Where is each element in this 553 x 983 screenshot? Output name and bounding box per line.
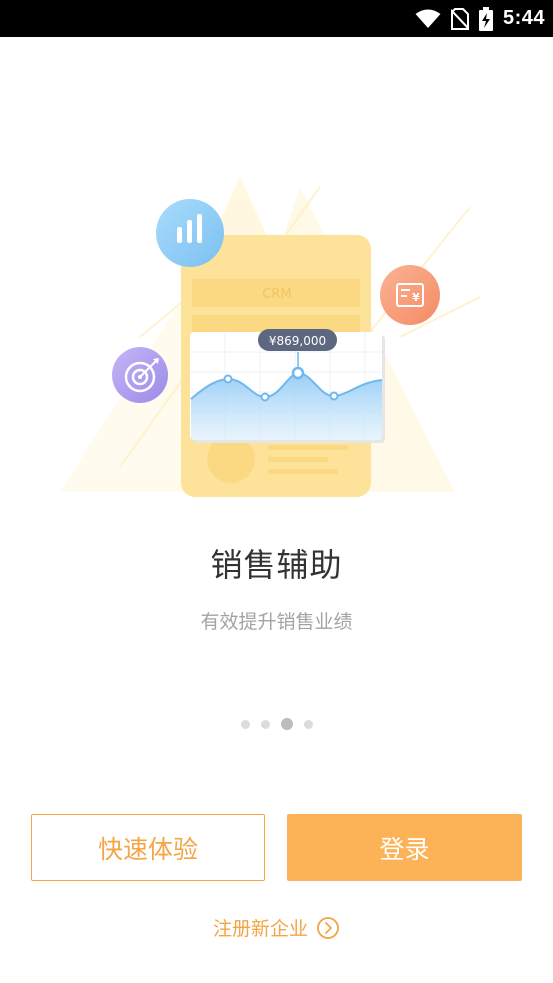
page-dot[interactable] (303, 719, 313, 729)
wifi-icon (415, 9, 441, 28)
chevron-right-circle-icon (317, 916, 339, 939)
hero-illustration: CRM ¥869,000 ¥ (0, 37, 553, 507)
chart-card: ¥869,000 (190, 329, 385, 443)
money-receipt-icon: ¥ (380, 265, 440, 325)
target-icon (112, 347, 168, 403)
slide-subtitle: 有效提升销售业绩 (200, 611, 353, 633)
quick-trial-button[interactable]: 快速体验 (31, 814, 265, 881)
bar-chart-icon (156, 199, 224, 267)
status-icons: 5:44 (415, 0, 545, 37)
svg-text:¥: ¥ (412, 291, 420, 304)
page-indicator (0, 718, 553, 730)
page-dot[interactable] (240, 719, 250, 729)
page-dot-active[interactable] (280, 718, 293, 730)
slide-title: 销售辅助 (210, 546, 343, 584)
status-time: 5:44 (502, 7, 545, 29)
page-dot[interactable] (260, 719, 270, 729)
status-bar: 5:44 (0, 0, 553, 37)
phone-label: CRM (262, 287, 291, 302)
login-button[interactable]: 登录 (287, 814, 522, 881)
battery-charging-icon (478, 6, 493, 31)
register-label: 注册新企业 (212, 918, 308, 940)
price-tag: ¥869,000 (269, 334, 326, 348)
no-sim-icon (450, 7, 469, 30)
register-company-link[interactable]: 注册新企业 (0, 914, 553, 941)
